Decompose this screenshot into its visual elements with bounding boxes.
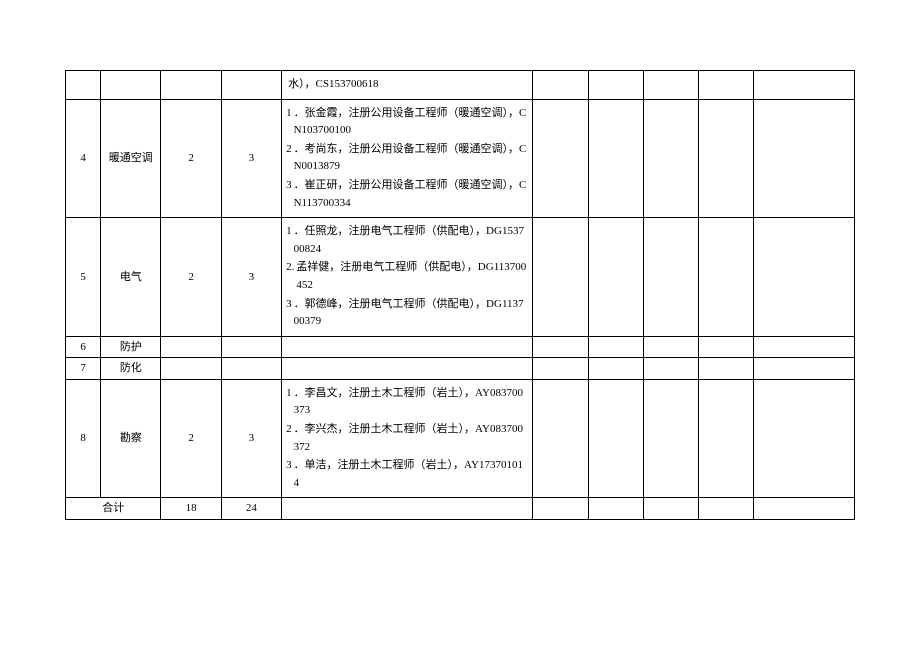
count-1 <box>161 336 221 358</box>
row-index <box>66 71 101 100</box>
blank-cell <box>754 218 855 337</box>
count-1: 2 <box>161 218 221 337</box>
details-cell: 1．李昌文，注册土木工程师（岩土），AY0837003732．李兴杰，注册土木工… <box>282 379 533 498</box>
count-1 <box>161 358 221 380</box>
blank-cell <box>754 71 855 100</box>
blank-cell <box>643 336 698 358</box>
count-1: 2 <box>161 99 221 218</box>
blank-cell <box>643 358 698 380</box>
details-cell <box>282 358 533 380</box>
blank-cell <box>754 336 855 358</box>
category-name: 暖通空调 <box>101 99 161 218</box>
count-2: 3 <box>221 99 281 218</box>
category-name: 勘察 <box>101 379 161 498</box>
table-row: 8勘察231．李昌文，注册土木工程师（岩土），AY0837003732．李兴杰，… <box>66 379 855 498</box>
blank-cell <box>699 358 754 380</box>
blank-cell <box>533 498 588 520</box>
blank-cell <box>699 71 754 100</box>
table-row: 5电气231．任照龙，注册电气工程师（供配电），DG1537008242.孟祥健… <box>66 218 855 337</box>
blank-cell <box>588 498 643 520</box>
table-row: 水），CS153700618 <box>66 71 855 100</box>
details-cell: 1．任照龙，注册电气工程师（供配电），DG1537008242.孟祥健，注册电气… <box>282 218 533 337</box>
blank-cell <box>533 71 588 100</box>
blank-cell <box>588 99 643 218</box>
blank-cell <box>533 336 588 358</box>
count-2: 3 <box>221 218 281 337</box>
blank-cell <box>754 358 855 380</box>
blank-cell <box>588 218 643 337</box>
table-row: 6防护 <box>66 336 855 358</box>
blank-cell <box>699 498 754 520</box>
blank-cell <box>282 498 533 520</box>
category-name: 防护 <box>101 336 161 358</box>
blank-cell <box>533 99 588 218</box>
details-cell: 水），CS153700618 <box>282 71 533 100</box>
total-label: 合计 <box>66 498 161 520</box>
category-name <box>101 71 161 100</box>
row-index: 7 <box>66 358 101 380</box>
count-1 <box>161 71 221 100</box>
blank-cell <box>533 379 588 498</box>
table-row: 4暖通空调231．张金霞，注册公用设备工程师（暖通空调），CN103700100… <box>66 99 855 218</box>
blank-cell <box>699 336 754 358</box>
count-2 <box>221 358 281 380</box>
blank-cell <box>754 379 855 498</box>
row-index: 6 <box>66 336 101 358</box>
blank-cell <box>588 358 643 380</box>
blank-cell <box>533 218 588 337</box>
row-index: 8 <box>66 379 101 498</box>
blank-cell <box>699 379 754 498</box>
total-row: 合计1824 <box>66 498 855 520</box>
count-2 <box>221 336 281 358</box>
personnel-table: 水），CS1537006184暖通空调231．张金霞，注册公用设备工程师（暖通空… <box>65 70 855 520</box>
blank-cell <box>588 379 643 498</box>
total-count-1: 18 <box>161 498 221 520</box>
count-2: 3 <box>221 379 281 498</box>
blank-cell <box>754 99 855 218</box>
details-cell <box>282 336 533 358</box>
count-2 <box>221 71 281 100</box>
blank-cell <box>643 498 698 520</box>
category-name: 电气 <box>101 218 161 337</box>
row-index: 4 <box>66 99 101 218</box>
blank-cell <box>643 379 698 498</box>
blank-cell <box>643 218 698 337</box>
category-name: 防化 <box>101 358 161 380</box>
blank-cell <box>643 71 698 100</box>
blank-cell <box>588 71 643 100</box>
blank-cell <box>588 336 643 358</box>
total-count-2: 24 <box>221 498 281 520</box>
count-1: 2 <box>161 379 221 498</box>
blank-cell <box>699 218 754 337</box>
details-cell: 1．张金霞，注册公用设备工程师（暖通空调），CN1037001002．考尚东，注… <box>282 99 533 218</box>
blank-cell <box>643 99 698 218</box>
blank-cell <box>754 498 855 520</box>
blank-cell <box>533 358 588 380</box>
row-index: 5 <box>66 218 101 337</box>
table-row: 7防化 <box>66 358 855 380</box>
blank-cell <box>699 99 754 218</box>
